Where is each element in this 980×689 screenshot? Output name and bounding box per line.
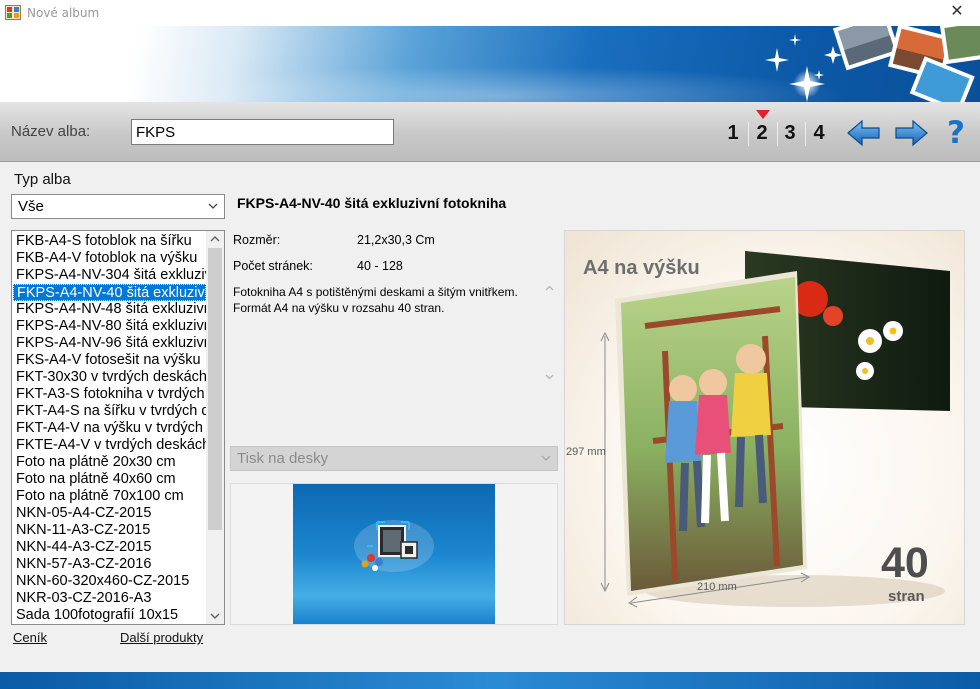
album-type-list-item[interactable]: FKPS-A4-NV-40 šitá exkluzivn [13, 284, 206, 301]
window-title: Nové album [27, 6, 100, 20]
album-name-input[interactable] [131, 119, 394, 145]
size-label: Rozměr: [233, 233, 281, 247]
album-type-list-item[interactable]: FKS-A4-V fotosešit na výšku [13, 352, 206, 369]
scroll-up-icon[interactable] [541, 281, 558, 295]
close-icon[interactable]: ✕ [934, 0, 980, 26]
scrollbar-thumb[interactable] [208, 248, 222, 530]
album-type-list-item[interactable]: FKPS-A4-NV-96 šitá exkluzivn [13, 335, 206, 352]
cover-thumbnail[interactable] [293, 484, 495, 624]
product-description: Fotokniha A4 s potištěnými deskami a šit… [233, 285, 518, 315]
cover-thumbnail-panel [230, 483, 558, 625]
album-type-list-item[interactable]: Foto na plátně 40x60 cm [13, 471, 206, 488]
arrow-left-icon[interactable] [846, 117, 882, 149]
print-option-select[interactable]: Tisk na desky [230, 446, 558, 471]
footer-strip [0, 672, 980, 689]
image-placeholder-icon [354, 520, 434, 572]
product-preview: A4 na výšku 297 mm 210 mm 40 stran [564, 230, 965, 625]
step-2[interactable]: 2 [751, 120, 773, 146]
arrow-right-icon[interactable] [893, 117, 929, 149]
album-type-list-item[interactable]: FKTE-A4-V v tvrdých deskách [13, 437, 206, 454]
current-step-marker-icon [756, 110, 770, 119]
product-description-box[interactable]: Fotokniha A4 s potištěnými deskami a šit… [230, 281, 558, 384]
product-title: FKPS-A4-NV-40 šitá exkluzivní fotokniha [237, 195, 507, 211]
album-type-list-item[interactable]: NKN-11-A3-CZ-2015 [13, 522, 206, 539]
album-type-list-item[interactable]: NKN-60-320x460-CZ-2015 [13, 573, 206, 590]
header-banner [0, 26, 980, 102]
album-type-list-item[interactable]: NKN-57-A3-CZ-2016 [13, 556, 206, 573]
album-type-list-item[interactable]: Sada 100fotografií 10x15 [13, 607, 206, 624]
step-3[interactable]: 3 [779, 120, 801, 146]
step-1[interactable]: 1 [722, 120, 744, 146]
album-type-list-item[interactable]: NKN-44-A3-CZ-2015 [13, 539, 206, 556]
width-dimension-label: 210 mm [697, 581, 737, 593]
print-option-value: Tisk na desky [237, 450, 329, 467]
album-type-filter-value: Vše [18, 198, 44, 215]
description-scrollbar[interactable] [541, 281, 558, 384]
album-type-filter-select[interactable]: Vše [11, 194, 225, 219]
album-type-list-item[interactable]: FKB-A4-V fotoblok na výšku [13, 250, 206, 267]
album-type-list-item[interactable]: NKN-05-A4-CZ-2015 [13, 505, 206, 522]
help-icon[interactable]: ? [941, 115, 971, 151]
scroll-down-icon[interactable] [206, 607, 224, 624]
album-type-list-item[interactable]: FKT-30x30 v tvrdých deskách [13, 369, 206, 386]
preview-format-heading: A4 na výšku [583, 257, 700, 279]
album-type-list-item[interactable]: FKT-A4-S na šířku v tvrdých d [13, 403, 206, 420]
scroll-down-icon[interactable] [541, 370, 558, 384]
more-products-link[interactable]: Další produkty [120, 630, 203, 645]
album-type-list-item[interactable]: NKR-03-CZ-2016-A3 [13, 590, 206, 607]
pages-count-word: stran [888, 588, 925, 605]
pages-count-number: 40 [881, 539, 929, 587]
scroll-up-icon[interactable] [206, 231, 224, 248]
album-type-list-item[interactable]: FKT-A4-V na výšku v tvrdých [13, 420, 206, 437]
album-type-list-item[interactable]: FKPS-A4-NV-80 šitá exkluzivn [13, 318, 206, 335]
chevron-down-icon [208, 203, 218, 209]
size-value: 21,2x30,3 Cm [357, 233, 435, 247]
pages-value: 40 - 128 [357, 259, 403, 273]
chevron-down-icon [541, 455, 551, 461]
album-name-label: Název alba: [11, 123, 91, 140]
album-type-list[interactable]: FKB-A4-S fotoblok na šířku FKB-A4-V fotob… [11, 230, 225, 625]
album-type-list-item[interactable]: FKPS-A4-NV-48 šitá exkluzivn [13, 301, 206, 318]
title-bar: Nové album ✕ [0, 0, 980, 26]
album-type-label: Typ alba [14, 171, 71, 188]
photos-decoration-icon [765, 26, 980, 102]
album-type-list-item[interactable]: FKB-A4-S fotoblok na šířku [13, 233, 206, 250]
album-type-list-item[interactable]: FKPS-A4-NV-304 šitá exkluziv [13, 267, 206, 284]
album-list-scrollbar[interactable] [206, 231, 224, 624]
album-type-list-item[interactable]: Foto na plátně 70x100 cm [13, 488, 206, 505]
pages-label: Počet stránek: [233, 259, 313, 273]
height-dimension-label: 297 mm [566, 446, 606, 458]
app-icon [5, 5, 21, 20]
step-4[interactable]: 4 [808, 120, 830, 146]
album-name-bar: Název alba: 1 2 3 4 ? [0, 102, 980, 162]
pricelist-link[interactable]: Ceník [13, 630, 47, 645]
album-type-list-item[interactable]: FKT-A3-S fotokniha v tvrdých [13, 386, 206, 403]
album-type-list-item[interactable]: Foto na plátně 20x30 cm [13, 454, 206, 471]
